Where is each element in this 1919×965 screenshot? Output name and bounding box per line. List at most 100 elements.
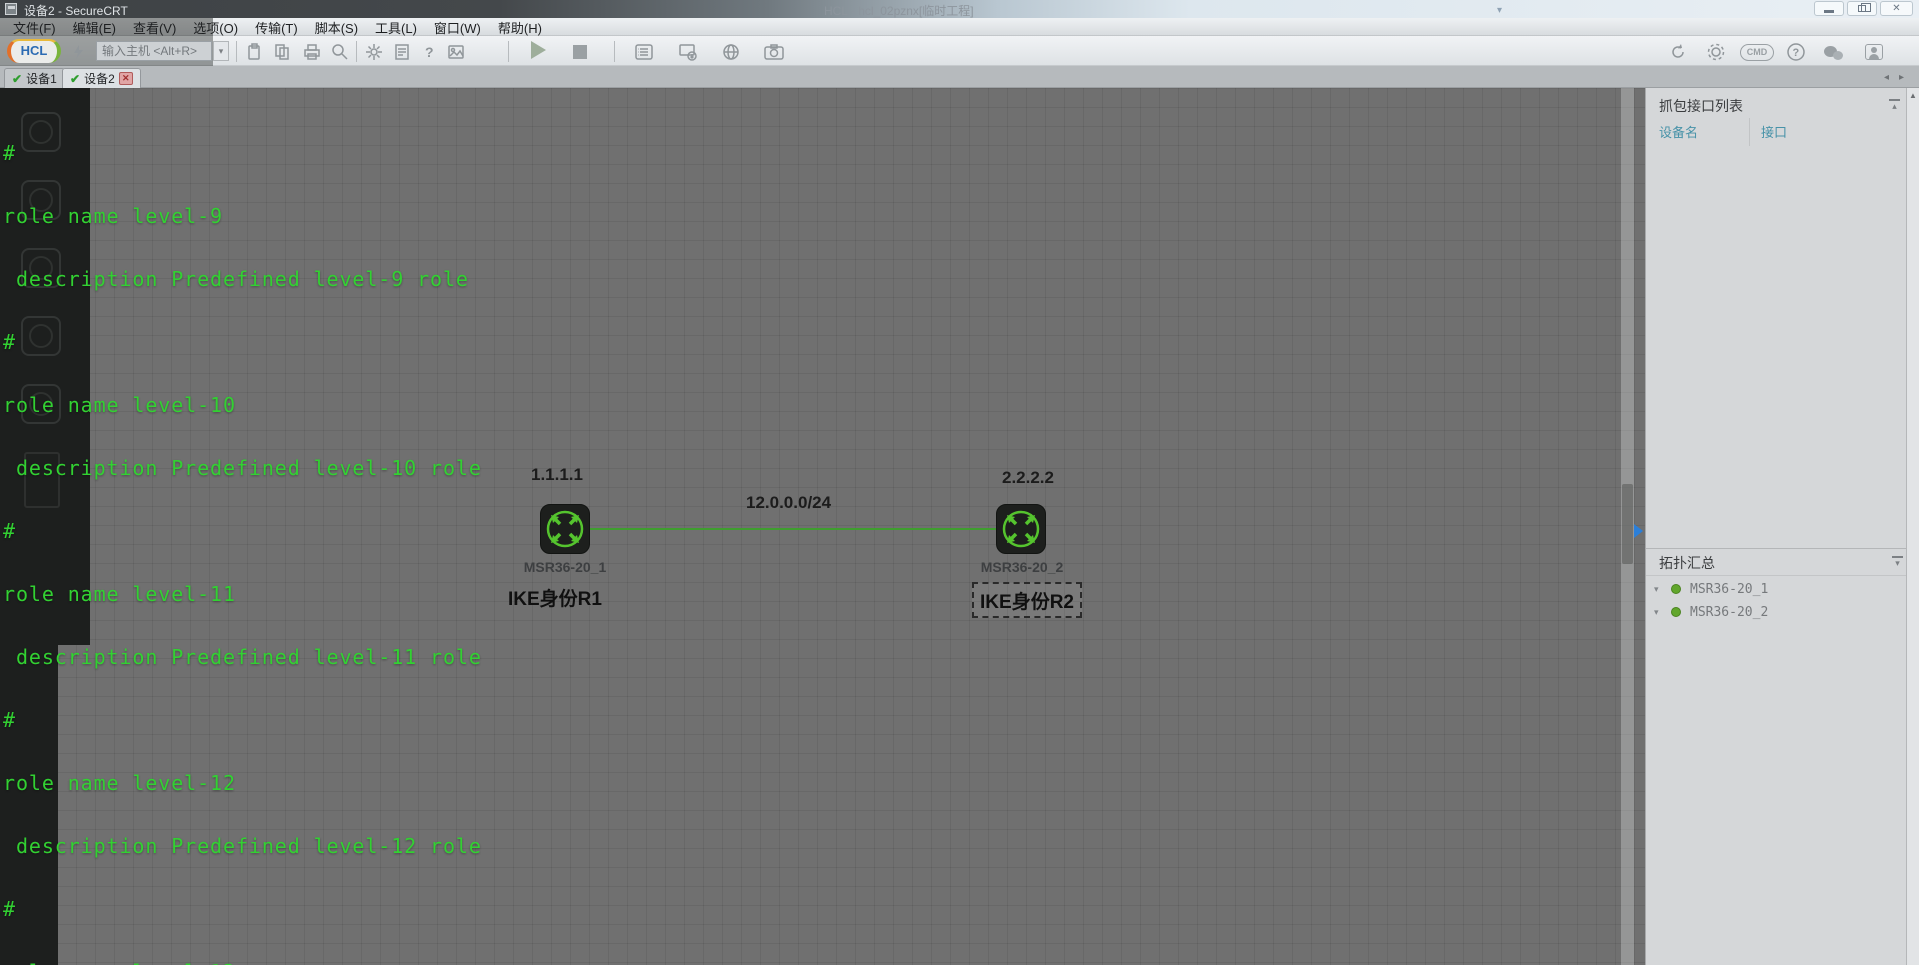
quick-connect-dropdown[interactable]: ▾ (213, 41, 229, 61)
node2-identity-annotation-selected[interactable]: IKE身份R2 (972, 582, 1082, 618)
panel-collapse-arrow[interactable] (1634, 524, 1643, 538)
terminal-line: description Predefined level-11 role (3, 645, 482, 669)
image-icon[interactable] (446, 42, 466, 62)
help-pointer-icon[interactable]: ? (420, 42, 440, 62)
quick-connect-input[interactable]: 输入主机 <Alt+R> (96, 41, 212, 61)
menu-file[interactable]: 文件(F) (13, 18, 56, 37)
session-tab-bar: ✔ 设备1 ✔ 设备2 ✕ ◂ ▸ (0, 66, 1919, 88)
help-icon[interactable]: ? (1786, 42, 1806, 62)
toolbar: HCL 输入主机 <Alt+R> ▾ ? CMD ? (0, 36, 1919, 66)
window-title: 设备2 - SecureCRT (24, 4, 128, 18)
terminal-line: role name level-12 (3, 771, 236, 795)
svg-text:?: ? (425, 44, 434, 60)
connected-check-icon: ✔ (12, 71, 23, 86)
tab-scroll-left-icon[interactable]: ◂ (1884, 72, 1889, 83)
terminal-line: description Predefined level-9 role (3, 267, 469, 291)
terminal-output[interactable]: # role name level-9 description Predefin… (3, 101, 1232, 965)
capture-list-title: 抓包接口列表 (1659, 98, 1743, 114)
right-panel: 抓包接口列表 ▴ 设备名 接口 拓扑汇总 ▾ ▾ MSR36-20_1 ▾ MS… (1645, 88, 1907, 965)
wechat-icon[interactable] (1824, 44, 1844, 64)
terminal-line: # (3, 897, 16, 921)
section-divider (1646, 548, 1907, 549)
column-divider (1749, 118, 1750, 146)
topology-link[interactable] (565, 528, 1022, 530)
terminal-line: role name level-9 (3, 204, 223, 228)
refresh-icon[interactable] (1668, 42, 1688, 62)
snapshot-icon[interactable] (764, 42, 784, 62)
panel-scrollbar[interactable]: ▲ (1906, 88, 1919, 965)
menu-help[interactable]: 帮助(H) (498, 18, 542, 37)
background-window-title: HCL - hcl_02pznx[临时工程] (824, 4, 974, 18)
menu-options[interactable]: 选项(O) (193, 18, 238, 37)
device-status-dot (1671, 607, 1681, 617)
terminal-line: description Predefined level-12 role (3, 834, 482, 858)
menu-script[interactable]: 脚本(S) (315, 18, 358, 37)
menu-view[interactable]: 查看(V) (133, 18, 176, 37)
node1-ip-label[interactable]: 1.1.1.1 (531, 465, 583, 485)
screen: 设备2 - SecureCRT HCL - hcl_02pznx[临时工程] ▾… (0, 0, 1919, 965)
router-node-2[interactable] (996, 504, 1046, 554)
router-icon (546, 510, 584, 548)
export-icon[interactable] (678, 42, 698, 62)
header-underline (1646, 575, 1907, 576)
connected-check-icon: ✔ (70, 71, 81, 86)
scroll-up-icon[interactable]: ▲ (1909, 91, 1917, 100)
terminal-line: # (3, 519, 16, 543)
restore-button[interactable] (1847, 1, 1877, 16)
terminal-line: role name level-10 (3, 393, 236, 417)
find-icon[interactable] (330, 42, 350, 62)
session-options-icon[interactable] (364, 42, 384, 62)
tab-close-icon[interactable]: ✕ (118, 72, 133, 85)
tab-scroll-right-icon[interactable]: ▸ (1899, 72, 1904, 83)
topo-device-row[interactable]: ▾ MSR36-20_2 (1646, 602, 1907, 624)
hcl-logo: HCL (7, 39, 61, 63)
stop-devices-icon[interactable] (570, 42, 590, 62)
collapse-section-icon[interactable]: ▴ (1889, 99, 1900, 111)
tab-device1[interactable]: ✔ 设备1 (4, 68, 65, 88)
terminal-line: # (3, 708, 16, 732)
settings-gear-icon[interactable] (1706, 42, 1726, 62)
start-devices-icon[interactable] (528, 40, 548, 60)
menu-tools[interactable]: 工具(L) (375, 18, 417, 37)
menu-window[interactable]: 窗口(W) (434, 18, 481, 37)
terminal-scrollbar-thumb[interactable] (1622, 484, 1633, 564)
menu-bar: 文件(F) 编辑(E) 查看(V) 选项(O) 传输(T) 脚本(S) 工具(L… (0, 18, 1919, 36)
tab-device2[interactable]: ✔ 设备2 ✕ (62, 68, 141, 88)
device-name: MSR36-20_1 (1690, 582, 1769, 597)
close-button[interactable]: ✕ (1880, 1, 1913, 16)
terminal-line: # (3, 141, 16, 165)
node2-ip-label[interactable]: 2.2.2.2 (1002, 468, 1054, 488)
properties-icon[interactable] (392, 42, 412, 62)
node2-name-label[interactable]: MSR36-20_2 (962, 559, 1082, 575)
clipboard-icon[interactable] (244, 42, 264, 62)
device-name: MSR36-20_2 (1690, 605, 1769, 620)
cmd-console-icon[interactable]: CMD (1740, 44, 1774, 61)
web-icon[interactable] (722, 42, 742, 62)
tree-expand-icon[interactable]: ▾ (1654, 607, 1659, 618)
link-subnet-label[interactable]: 12.0.0.0/24 (746, 493, 831, 513)
router-icon (1002, 510, 1040, 548)
device-status-dot (1671, 584, 1681, 594)
copy-icon[interactable] (272, 42, 292, 62)
column-device-name[interactable]: 设备名 (1659, 122, 1698, 141)
securecrt-window-icon (5, 3, 17, 15)
svg-text:?: ? (1793, 47, 1800, 59)
router-node-1[interactable] (540, 504, 590, 554)
topo-device-row[interactable]: ▾ MSR36-20_1 (1646, 579, 1907, 601)
tree-expand-icon[interactable]: ▾ (1654, 584, 1659, 595)
tab-device2-label: 设备2 (84, 72, 115, 86)
print-icon[interactable] (302, 42, 322, 62)
node1-name-label[interactable]: MSR36-20_1 (505, 559, 625, 575)
collapse-section-icon[interactable]: ▾ (1892, 556, 1903, 568)
tab-device1-label: 设备1 (26, 72, 57, 86)
user-account-icon[interactable] (1864, 42, 1884, 62)
quick-connect-icon[interactable] (68, 42, 88, 62)
topo-summary-title: 拓扑汇总 (1659, 555, 1715, 571)
chevron-down-icon: ▾ (1497, 5, 1503, 16)
menu-edit[interactable]: 编辑(E) (73, 18, 116, 37)
column-interface[interactable]: 接口 (1761, 122, 1787, 141)
node1-identity-annotation[interactable]: IKE身份R1 (508, 584, 602, 611)
menu-transfer[interactable]: 传输(T) (255, 18, 298, 37)
minimize-button[interactable] (1814, 1, 1844, 16)
device-list-icon[interactable] (634, 42, 654, 62)
